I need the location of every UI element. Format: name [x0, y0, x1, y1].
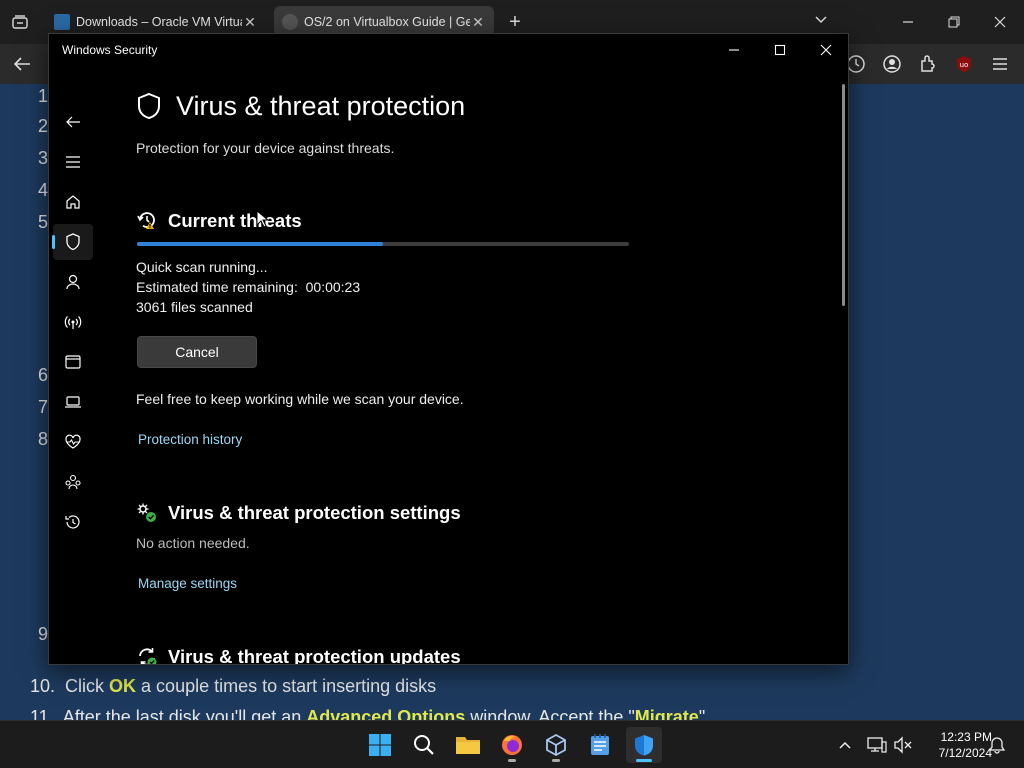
- keep-working-note: Feel free to keep working while we scan …: [136, 391, 464, 407]
- shield-icon: [136, 92, 162, 125]
- settings-heading: Virus & threat protection settings: [168, 502, 461, 523]
- step-number: 4: [38, 180, 49, 200]
- tab-close-icon[interactable]: ✕: [242, 14, 258, 31]
- main-content: Virus & threat protection Protection for…: [136, 34, 826, 665]
- tab-close-icon[interactable]: ✕: [470, 14, 486, 31]
- account-person-icon[interactable]: [53, 264, 93, 300]
- health-heart-icon[interactable]: [53, 424, 93, 460]
- windows-security-window: Windows Security Virus & threat protecti…: [48, 33, 849, 665]
- display-network-icon[interactable]: [866, 734, 888, 756]
- page-title: Virus & threat protection: [176, 91, 466, 121]
- step-number: 3: [38, 148, 49, 168]
- shield-icon[interactable]: [53, 224, 93, 260]
- browser-restore-button[interactable]: [944, 12, 964, 32]
- settings-gear-icon[interactable]: [53, 656, 93, 664]
- clock-date: 7/12/2024: [938, 746, 992, 760]
- step-number: 2: [38, 116, 49, 136]
- virtualbox-favicon-icon: [54, 14, 70, 30]
- current-threats-icon: [136, 209, 158, 236]
- svg-text:uo: uo: [960, 61, 969, 69]
- notification-bell-icon[interactable]: [986, 734, 1008, 756]
- protection-history-icon[interactable]: [53, 504, 93, 540]
- file-explorer-icon[interactable]: [450, 727, 486, 763]
- step-number: 6: [38, 365, 49, 385]
- page-subtitle: Protection for your device against threa…: [136, 140, 395, 156]
- step-10-text: 10. Click OK a couple times to start ins…: [30, 676, 437, 696]
- step-number: 1: [38, 86, 49, 106]
- app-browser-icon[interactable]: [53, 344, 93, 380]
- taskbar: 12:23 PM 7/12/2024: [0, 720, 1024, 768]
- running-indicator: [508, 759, 516, 762]
- window-scrollbar[interactable]: [842, 84, 845, 306]
- time-remaining-text: Estimated time remaining: 00:00:23: [136, 279, 361, 295]
- scan-progress-fill: [137, 242, 383, 246]
- windows-start-icon[interactable]: [362, 727, 398, 763]
- settings-status-text: No action needed.: [136, 535, 250, 551]
- chevron-down-icon[interactable]: [814, 12, 828, 31]
- home-icon[interactable]: [53, 184, 93, 220]
- hamburger-menu-icon[interactable]: [53, 144, 93, 180]
- step-number: 8: [38, 429, 49, 449]
- browser-minimize-button[interactable]: [898, 12, 918, 32]
- search-icon[interactable]: [406, 727, 442, 763]
- files-scanned-text: 3061 files scanned: [136, 299, 253, 315]
- step-number: 9: [38, 624, 49, 644]
- volume-muted-icon[interactable]: [892, 734, 914, 756]
- ublock-origin-icon[interactable]: uo: [952, 52, 976, 76]
- running-indicator: [552, 759, 560, 762]
- protection-history-link[interactable]: Protection history: [138, 432, 242, 447]
- back-arrow-icon[interactable]: [10, 52, 34, 76]
- windows-security-icon[interactable]: [626, 727, 662, 763]
- network-antenna-icon[interactable]: [53, 304, 93, 340]
- running-indicator: [636, 759, 652, 762]
- browser-close-button[interactable]: [990, 12, 1010, 32]
- side-navigation: [49, 66, 97, 664]
- firefox-icon[interactable]: [494, 727, 530, 763]
- manage-settings-link[interactable]: Manage settings: [138, 576, 237, 591]
- gekk-favicon-icon: [282, 14, 298, 30]
- account-icon[interactable]: [880, 52, 904, 76]
- new-tab-button[interactable]: +: [504, 11, 526, 33]
- mouse-cursor-icon: [256, 209, 270, 233]
- laptop-device-icon[interactable]: [53, 384, 93, 420]
- updates-heading: Virus & threat protection updates: [168, 646, 461, 665]
- extensions-puzzle-icon[interactable]: [916, 52, 940, 76]
- cancel-scan-button[interactable]: Cancel: [137, 336, 257, 368]
- current-threats-heading: Current threats: [168, 210, 302, 231]
- virtualbox-icon[interactable]: [538, 727, 574, 763]
- clock-time: 12:23 PM: [940, 730, 992, 744]
- scan-status-text: Quick scan running...: [136, 259, 268, 275]
- active-nav-indicator: [52, 235, 55, 249]
- system-clock[interactable]: 12:23 PM 7/12/2024: [916, 729, 992, 761]
- tab-title: Downloads – Oracle VM VirtualBox: [76, 15, 242, 29]
- scan-progress-bar: [137, 242, 629, 246]
- settings-gears-icon: [136, 502, 158, 529]
- tab-title: OS/2 on Virtualbox Guide | Gekk: [304, 15, 470, 29]
- back-arrow-icon[interactable]: [53, 104, 93, 140]
- hamburger-menu-icon[interactable]: [988, 52, 1012, 76]
- tab-list-icon[interactable]: [8, 10, 32, 34]
- notepad-icon[interactable]: [582, 727, 618, 763]
- family-options-icon[interactable]: [53, 464, 93, 500]
- step-number: 7: [38, 397, 49, 417]
- updates-refresh-icon: [136, 646, 158, 664]
- step-number: 5: [38, 212, 49, 232]
- chevron-up-icon[interactable]: [834, 734, 856, 756]
- step-11-text: 11. After the last disk you'll get an Ad…: [30, 708, 706, 720]
